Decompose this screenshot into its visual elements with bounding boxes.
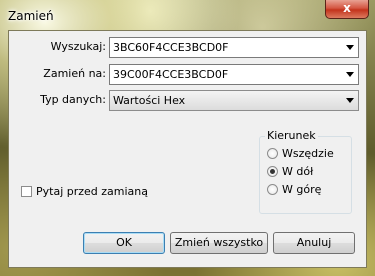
checkbox-icon[interactable] xyxy=(21,186,32,197)
radio-button-icon[interactable] xyxy=(267,148,278,159)
data-type-value: Wartości Hex xyxy=(113,94,186,107)
dropdown-arrow-icon[interactable] xyxy=(346,45,354,50)
replace-all-button[interactable]: Zmień wszystko xyxy=(170,232,268,254)
radio-up[interactable]: W górę xyxy=(267,183,321,197)
cancel-button[interactable]: Anuluj xyxy=(273,232,355,254)
dropdown-arrow-icon[interactable] xyxy=(346,98,354,103)
radio-up-label: W górę xyxy=(282,183,322,196)
dialog-body: Wyszukaj: 3BC60F4CCE3BCD0F Zamień na: 39… xyxy=(8,30,367,268)
radio-down[interactable]: W dół xyxy=(267,165,313,179)
confirm-checkbox[interactable]: Pytaj przed zamianą xyxy=(21,185,148,199)
replace-combobox[interactable]: 39C00F4CCE3BCD0F xyxy=(109,64,359,85)
direction-title: Kierunek xyxy=(265,129,318,142)
replace-label: Zamień na: xyxy=(43,67,106,80)
close-button[interactable]: x xyxy=(325,0,369,19)
data-type-select[interactable]: Wartości Hex xyxy=(109,90,359,111)
window-title: Zamień xyxy=(8,9,54,23)
confirm-checkbox-label: Pytaj przed zamianą xyxy=(36,185,149,198)
search-label: Wyszukaj: xyxy=(50,40,106,53)
data-type-label: Typ danych: xyxy=(40,93,106,106)
radio-button-icon[interactable] xyxy=(267,184,278,195)
ok-button[interactable]: OK xyxy=(83,232,165,254)
dropdown-arrow-icon[interactable] xyxy=(346,72,354,77)
window-frame: Zamień x Wyszukaj: 3BC60F4CCE3BCD0F Zami… xyxy=(0,0,375,276)
radio-everywhere[interactable]: Wszędzie xyxy=(267,147,334,161)
radio-down-label: W dół xyxy=(282,165,314,178)
search-value: 3BC60F4CCE3BCD0F xyxy=(113,41,229,54)
radio-everywhere-label: Wszędzie xyxy=(282,147,334,160)
radio-button-selected-icon[interactable] xyxy=(267,166,278,177)
replace-value: 39C00F4CCE3BCD0F xyxy=(113,68,229,81)
search-combobox[interactable]: 3BC60F4CCE3BCD0F xyxy=(109,37,359,58)
